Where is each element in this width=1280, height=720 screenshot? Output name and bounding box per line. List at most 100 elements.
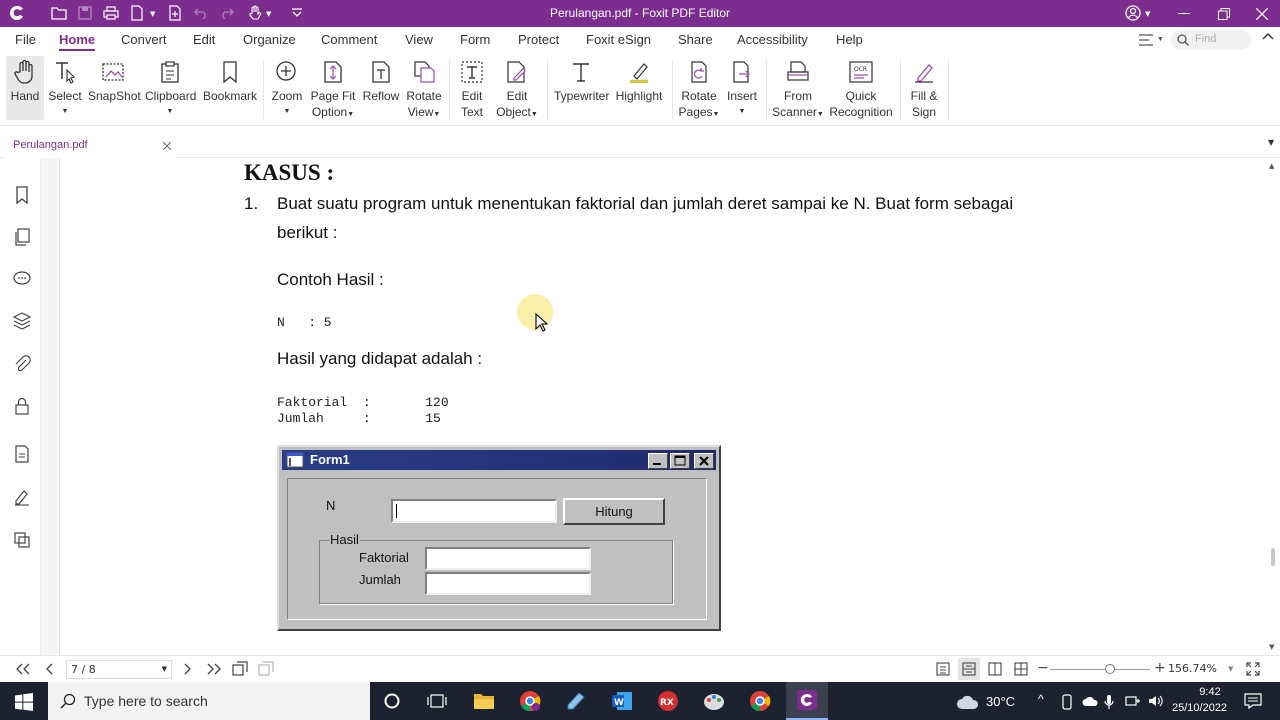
scroll-down-icon[interactable]: ▼ — [1269, 643, 1274, 651]
close-button[interactable] — [1242, 0, 1280, 27]
menu-convert[interactable]: Convert — [121, 32, 167, 47]
bookmark-button[interactable]: Bookmark — [203, 56, 257, 104]
account-icon[interactable] — [1124, 4, 1142, 22]
onedrive-cloud-icon[interactable] — [1082, 695, 1098, 707]
weather-cloud-icon[interactable] — [956, 694, 980, 710]
word-icon[interactable]: W — [602, 685, 642, 717]
zoom-out-icon[interactable]: − — [1037, 660, 1049, 676]
zoom-level[interactable]: 156.74% — [1168, 662, 1217, 675]
compare-panel-icon[interactable] — [12, 530, 32, 550]
insert-button[interactable]: Insert ▼ — [724, 56, 760, 120]
page-number-input[interactable]: 7 / 8 ▼ — [66, 660, 172, 679]
comments-panel-icon[interactable] — [12, 269, 32, 289]
chevron-down-icon[interactable]: ▼ — [162, 665, 167, 673]
first-page-icon[interactable] — [15, 663, 31, 675]
zoom-slider-thumb[interactable] — [1105, 664, 1115, 674]
network-icon[interactable] — [1124, 694, 1142, 708]
zoom-slider-track[interactable] — [1050, 664, 1150, 674]
clock-time[interactable]: 9:42 — [1186, 686, 1234, 698]
menu-comment[interactable]: Comment — [321, 32, 377, 47]
reflow-button[interactable]: Reflow — [362, 56, 400, 104]
zoom-in-icon[interactable]: + — [1154, 660, 1166, 676]
from-scanner-button[interactable]: From Scanner▼ — [772, 56, 824, 123]
bookmarks-panel-icon[interactable] — [12, 185, 32, 205]
foxit-taskbar-button[interactable] — [786, 682, 828, 720]
chevron-down-icon[interactable]: ▼ — [1228, 665, 1233, 673]
n-input-example: N : 5 — [277, 315, 332, 330]
clipboard-button[interactable]: Clipboard ▼ — [145, 56, 196, 120]
menu-home[interactable]: Home — [59, 32, 96, 51]
signature-panel-icon[interactable] — [12, 487, 32, 507]
quick-recognition-button[interactable]: OCR Quick Recognition — [828, 56, 894, 120]
scroll-thumb[interactable] — [1271, 548, 1275, 566]
notepad-app-icon[interactable] — [556, 685, 596, 717]
chevron-up-icon[interactable]: ^ — [1038, 692, 1044, 706]
layers-panel-icon[interactable] — [12, 311, 32, 331]
menu-help[interactable]: Help — [836, 32, 863, 47]
menu-form[interactable]: Form — [460, 32, 490, 47]
edit-text-button[interactable]: Edit Text — [455, 56, 489, 120]
cortana-icon[interactable] — [372, 685, 412, 717]
zoom-button[interactable]: Zoom ▼ — [269, 56, 305, 120]
content-panel-icon[interactable] — [12, 444, 32, 464]
last-page-icon[interactable] — [206, 663, 222, 675]
weather-temperature[interactable]: 30°C — [986, 694, 1015, 709]
menu-share[interactable]: Share — [678, 32, 713, 47]
notification-center-icon[interactable] — [1244, 693, 1262, 709]
pages-panel-icon[interactable] — [12, 227, 32, 247]
restore-button[interactable] — [1204, 0, 1244, 27]
continuous-facing-view-icon[interactable] — [1014, 662, 1028, 676]
chevron-down-icon[interactable]: ▼ — [1145, 10, 1150, 18]
rotate-view-button[interactable]: Rotate View▼ — [404, 56, 444, 123]
highlight-button[interactable]: Highlight — [612, 56, 666, 104]
menu-view[interactable]: View — [405, 32, 433, 47]
rotate-pages-button[interactable]: Rotate Pages▼ — [678, 56, 720, 123]
menu-file[interactable]: File — [15, 32, 36, 47]
facing-view-icon[interactable] — [988, 662, 1002, 676]
security-panel-icon[interactable] — [12, 396, 32, 416]
menu-protect[interactable]: Protect — [518, 32, 559, 47]
single-page-view-icon[interactable] — [936, 662, 950, 676]
rx-app-icon[interactable]: RX — [648, 685, 688, 717]
page-fit-option-button[interactable]: Page Fit Option▼ — [310, 56, 356, 123]
scroll-up-icon[interactable]: ▲ — [1269, 162, 1274, 170]
collapse-ribbon-icon[interactable] — [1262, 32, 1274, 40]
tab-list-icon[interactable]: ▼ — [1268, 138, 1274, 147]
menu-accessibility[interactable]: Accessibility — [737, 32, 808, 47]
next-view-icon[interactable] — [258, 661, 274, 677]
hand-tool-button[interactable]: Hand — [6, 56, 44, 120]
paint-app-icon[interactable] — [694, 685, 734, 717]
windows-start-icon[interactable] — [15, 693, 33, 711]
attachments-panel-icon[interactable] — [12, 354, 32, 374]
close-tab-icon[interactable] — [163, 142, 171, 150]
previous-view-icon[interactable] — [232, 661, 248, 677]
full-screen-icon[interactable] — [1246, 662, 1260, 676]
previous-page-icon[interactable] — [45, 663, 55, 675]
microphone-icon[interactable] — [1104, 694, 1114, 710]
typewriter-button[interactable]: Typewriter — [554, 56, 609, 104]
usb-device-icon[interactable] — [1060, 694, 1074, 710]
select-tool-button[interactable]: Select ▼ — [48, 56, 82, 120]
vertical-scrollbar[interactable]: ▲ ▼ — [1266, 158, 1280, 655]
continuous-view-button[interactable] — [958, 658, 980, 680]
volume-icon[interactable] — [1148, 694, 1164, 708]
ribbon-options-icon[interactable] — [1138, 33, 1154, 47]
taskbar-search-box[interactable]: Type here to search — [48, 682, 370, 720]
file-explorer-icon[interactable] — [464, 685, 504, 717]
edit-object-button[interactable]: Edit Object▼ — [494, 56, 540, 123]
task-view-icon[interactable] — [417, 685, 457, 717]
snapshot-button[interactable]: SnapShot — [88, 56, 141, 104]
sidebar-splitter[interactable] — [40, 158, 60, 655]
clock-date[interactable]: 25/10/2022 — [1172, 702, 1227, 714]
fill-sign-button[interactable]: Fill & Sign — [906, 56, 942, 120]
chrome-icon[interactable] — [740, 685, 780, 717]
chrome-badge-icon[interactable] — [510, 685, 550, 717]
find-input[interactable]: Find — [1171, 30, 1251, 50]
menu-foxit-esign[interactable]: Foxit eSign — [586, 32, 651, 47]
chevron-down-icon[interactable]: ▼ — [1157, 36, 1164, 43]
menu-organize[interactable]: Organize — [243, 32, 296, 47]
minimize-button[interactable] — [1164, 0, 1204, 27]
tab-perulangan-pdf[interactable]: Perulangan.pdf — [5, 134, 175, 158]
menu-edit[interactable]: Edit — [193, 32, 215, 47]
next-page-icon[interactable] — [182, 663, 192, 675]
